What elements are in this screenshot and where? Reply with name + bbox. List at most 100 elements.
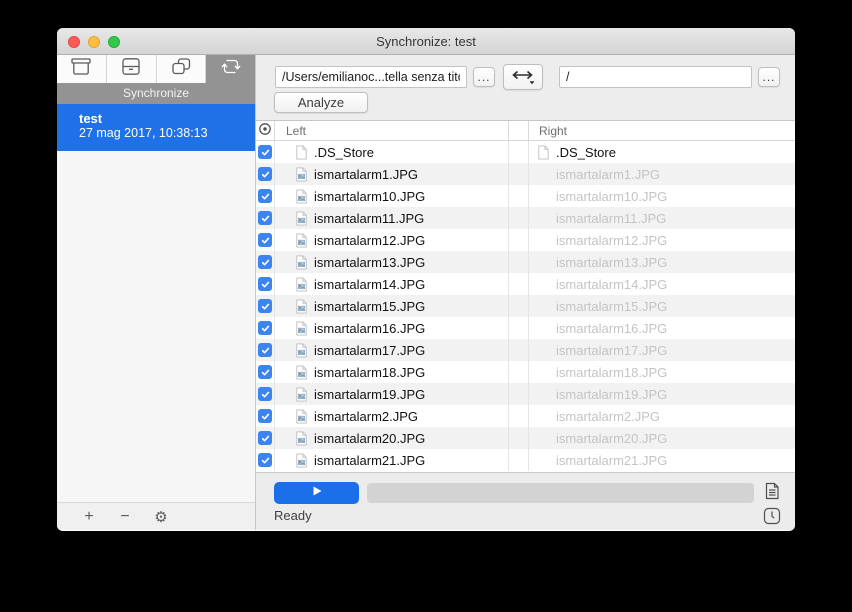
tab-copy-button[interactable] [157,55,207,83]
row-checkbox[interactable] [258,365,272,379]
row-checkbox[interactable] [258,277,272,291]
include-column-header[interactable] [256,121,275,140]
table-row[interactable]: ismartalarm1.JPG ismartalarm1.JPG [256,163,795,185]
right-filename: ismartalarm17.JPG [556,342,668,358]
row-checkbox[interactable] [258,343,272,357]
action-cell [509,251,529,273]
left-filename: ismartalarm16.JPG [314,320,426,336]
browse-right-button[interactable]: ... [758,67,780,87]
title-bar[interactable]: Synchronize: test [57,28,795,55]
left-filename: ismartalarm15.JPG [314,298,426,314]
table-row[interactable]: ismartalarm19.JPG ismartalarm19.JPG [256,383,795,405]
table-row[interactable]: ismartalarm16.JPG ismartalarm16.JPG [256,317,795,339]
right-filename: ismartalarm14.JPG [556,276,668,292]
file-icon [295,364,308,380]
table-row[interactable]: ismartalarm15.JPG ismartalarm15.JPG [256,295,795,317]
left-filename: ismartalarm13.JPG [314,254,426,270]
right-filename: ismartalarm18.JPG [556,364,668,380]
table-row[interactable]: ismartalarm2.JPG ismartalarm2.JPG [256,405,795,427]
file-icon [295,386,308,402]
table-row[interactable]: .DS_Store .DS_Store [256,141,795,163]
profile-list: test 27 mag 2017, 10:38:13 [57,104,255,502]
minimize-button[interactable] [88,36,100,48]
row-checkbox[interactable] [258,409,272,423]
left-filename: ismartalarm14.JPG [314,276,426,292]
row-checkbox[interactable] [258,233,272,247]
left-filename: ismartalarm21.JPG [314,452,426,468]
close-button[interactable] [68,36,80,48]
swap-directions-button[interactable] [503,64,543,90]
row-checkbox[interactable] [258,321,272,335]
file-icon [295,254,308,270]
row-checkbox[interactable] [258,387,272,401]
right-filename: .DS_Store [556,144,616,160]
table-row[interactable]: ismartalarm10.JPG ismartalarm10.JPG [256,185,795,207]
sync-icon [220,57,242,81]
file-icon [537,144,550,160]
table-row[interactable]: ismartalarm21.JPG ismartalarm21.JPG [256,449,795,471]
copy-icon [170,57,192,81]
action-cell [509,383,529,405]
browse-left-button[interactable]: ... [473,67,495,87]
schedule-clock-button[interactable] [762,506,782,526]
status-bar: Ready [256,472,795,530]
paths-header: ... ... Analyze [256,55,795,121]
table-row[interactable]: ismartalarm17.JPG ismartalarm17.JPG [256,339,795,361]
action-cell [509,163,529,185]
row-checkbox[interactable] [258,145,272,159]
table-row[interactable]: ismartalarm18.JPG ismartalarm18.JPG [256,361,795,383]
zoom-button[interactable] [108,36,120,48]
status-text: Ready [274,508,312,523]
right-filename: ismartalarm21.JPG [556,452,668,468]
right-filename: ismartalarm1.JPG [556,166,661,182]
left-filename: ismartalarm12.JPG [314,232,426,248]
file-icon [295,210,308,226]
row-checkbox[interactable] [258,167,272,181]
row-checkbox[interactable] [258,211,272,225]
action-cell [509,207,529,229]
left-path-input[interactable] [275,66,467,88]
left-filename: ismartalarm2.JPG [314,408,419,424]
add-profile-button[interactable]: + [71,504,107,530]
tab-synchronize-button[interactable] [206,55,255,83]
table-row[interactable]: ismartalarm20.JPG ismartalarm20.JPG [256,427,795,449]
tab-archive-button[interactable] [57,55,107,83]
table-row[interactable]: ismartalarm11.JPG ismartalarm11.JPG [256,207,795,229]
right-filename: ismartalarm2.JPG [556,408,661,424]
action-cell [509,427,529,449]
file-icon [295,188,308,204]
profile-item-test[interactable]: test 27 mag 2017, 10:38:13 [57,104,255,151]
action-cell [509,185,529,207]
file-icon [295,298,308,314]
window-title: Synchronize: test [376,33,476,49]
right-column-header[interactable]: Right [529,121,795,140]
table-header: Left Right [256,121,795,141]
action-cell [509,449,529,471]
right-filename: ismartalarm12.JPG [556,232,668,248]
analyze-button[interactable]: Analyze [274,92,368,113]
file-icon [295,452,308,468]
left-filename: ismartalarm19.JPG [314,386,426,402]
settings-gear-button[interactable]: ⚙ [143,504,179,530]
log-button[interactable] [762,481,782,501]
swap-arrows-icon [509,67,537,88]
start-sync-button[interactable] [274,482,359,504]
right-filename: ismartalarm20.JPG [556,430,668,446]
row-checkbox[interactable] [258,255,272,269]
remove-profile-button[interactable]: − [107,504,143,530]
table-row[interactable]: ismartalarm14.JPG ismartalarm14.JPG [256,273,795,295]
file-icon [295,232,308,248]
file-icon [295,166,308,182]
file-table: Left Right .DS_Store .DS_Store ismartala… [256,121,795,472]
row-checkbox[interactable] [258,431,272,445]
right-path-input[interactable] [559,66,752,88]
table-row[interactable]: ismartalarm13.JPG ismartalarm13.JPG [256,251,795,273]
row-checkbox[interactable] [258,299,272,313]
file-icon [295,276,308,292]
tab-drawer-button[interactable] [107,55,157,83]
action-column-header[interactable] [509,121,529,140]
row-checkbox[interactable] [258,189,272,203]
left-column-header[interactable]: Left [275,121,509,140]
table-row[interactable]: ismartalarm12.JPG ismartalarm12.JPG [256,229,795,251]
row-checkbox[interactable] [258,453,272,467]
